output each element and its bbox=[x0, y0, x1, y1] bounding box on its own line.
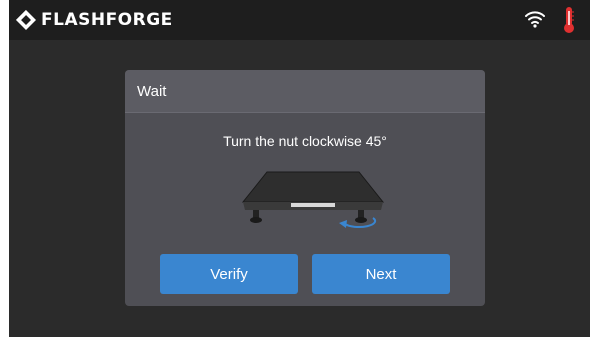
brand-name: FLASHFORGE bbox=[41, 10, 173, 30]
wait-dialog: Wait Turn the nut clockwise 45° Verify N… bbox=[125, 70, 485, 306]
printer-screen: FLASHFORGE Wait Turn the nut clockwise 4… bbox=[9, 0, 590, 337]
dialog-header: Wait bbox=[125, 70, 485, 113]
dialog-title: Wait bbox=[137, 82, 167, 100]
wifi-icon[interactable] bbox=[524, 9, 546, 29]
next-button[interactable]: Next bbox=[312, 254, 450, 294]
top-status-bar: FLASHFORGE bbox=[9, 0, 590, 40]
thermometer-icon[interactable] bbox=[563, 6, 575, 34]
instruction-text: Turn the nut clockwise 45° bbox=[223, 133, 387, 149]
flashforge-logo-icon bbox=[16, 10, 36, 30]
print-bed-leveling-nut-icon bbox=[241, 171, 385, 229]
brand-logo: FLASHFORGE bbox=[15, 8, 173, 32]
verify-button[interactable]: Verify bbox=[160, 254, 298, 294]
